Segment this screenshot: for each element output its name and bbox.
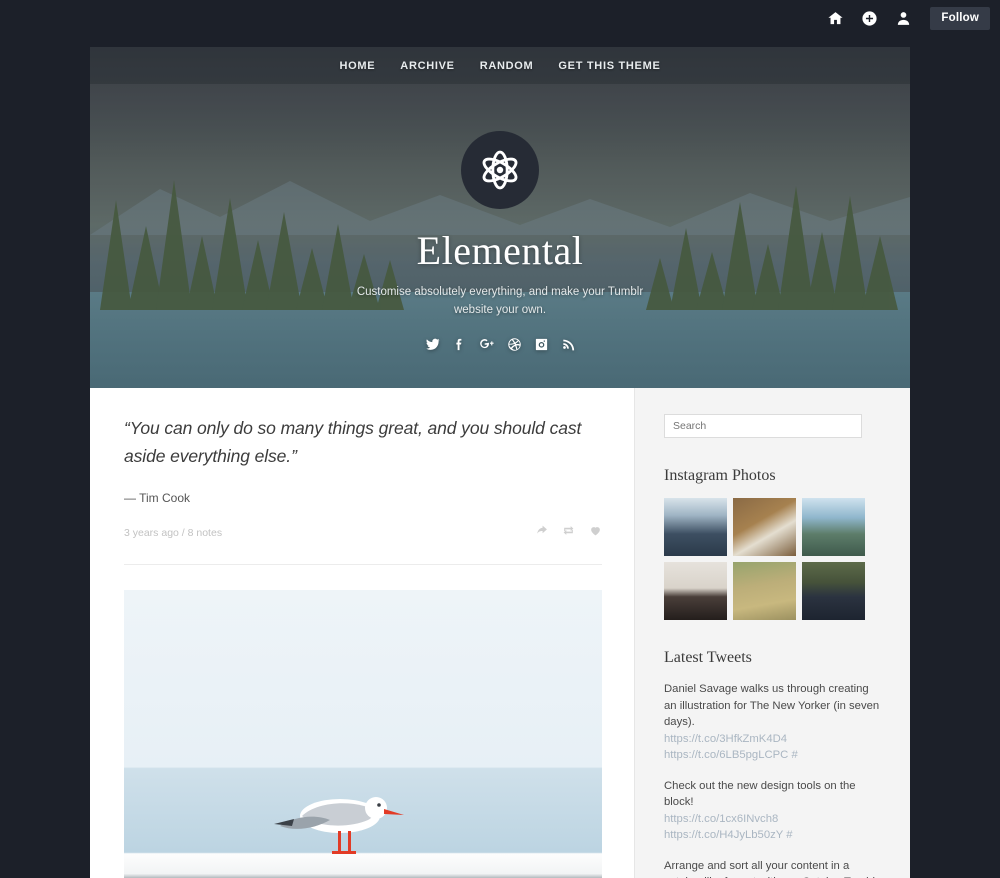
main-navigation: HOME ARCHIVE RANDOM GET THIS THEME: [90, 47, 910, 84]
theme-page: HOME ARCHIVE RANDOM GET THIS THEME Eleme…: [90, 47, 910, 878]
post-date: 3 years ago / 8 notes: [124, 527, 223, 539]
dribbble-icon[interactable]: [507, 337, 522, 352]
search-input[interactable]: [664, 414, 862, 438]
nav-item-random[interactable]: RANDOM: [480, 60, 534, 72]
site-logo[interactable]: [461, 131, 539, 209]
tweet-item: Arrange and sort all your content in a c…: [664, 858, 883, 878]
reblog-icon[interactable]: [562, 524, 575, 542]
nav-item-home[interactable]: HOME: [339, 60, 375, 72]
tweets-widget-title: Latest Tweets: [664, 649, 752, 666]
instagram-photo[interactable]: [802, 498, 865, 556]
main-content: “You can only do so many things great, a…: [90, 388, 634, 878]
rss-icon[interactable]: [561, 337, 575, 351]
tweet-item: Daniel Savage walks us through creating …: [664, 681, 883, 764]
site-title: Elemental: [416, 228, 584, 273]
tweet-item: Check out the new design tools on the bl…: [664, 778, 883, 844]
quote-post: “You can only do so many things great, a…: [124, 414, 602, 565]
tweet-text: Daniel Savage walks us through creating …: [664, 683, 880, 728]
post-photo-seagull[interactable]: [124, 590, 602, 878]
page-body: “You can only do so many things great, a…: [90, 388, 910, 878]
account-icon[interactable]: [888, 4, 918, 34]
like-icon[interactable]: [589, 524, 602, 542]
instagram-photo-grid: [664, 498, 883, 620]
photo-post: [124, 590, 602, 878]
google-plus-icon[interactable]: [479, 336, 495, 352]
atom-icon: [482, 150, 518, 190]
tumblr-topbar: Follow: [0, 0, 1000, 37]
compose-icon[interactable]: [854, 4, 884, 34]
quote-source: — Tim Cook: [124, 491, 191, 505]
sidebar: Instagram Photos Latest Tweets Daniel Sa…: [634, 388, 910, 878]
tweet-link[interactable]: https://t.co/H4JyLb50zY #: [664, 827, 883, 844]
tweet-text: Arrange and sort all your content in a c…: [664, 859, 879, 878]
instagram-photo[interactable]: [733, 562, 796, 620]
instagram-photo[interactable]: [664, 562, 727, 620]
social-links: [90, 336, 910, 352]
instagram-photo[interactable]: [733, 498, 796, 556]
seagull-illustration: [274, 797, 404, 854]
tweet-link[interactable]: https://t.co/6LB5pgLCPC #: [664, 747, 883, 764]
instagram-widget-title: Instagram Photos: [664, 467, 776, 484]
instagram-photo[interactable]: [802, 562, 865, 620]
tweet-link[interactable]: https://t.co/1cx6INvch8: [664, 811, 883, 828]
hero-content: Elemental Customise absolutely everythin…: [90, 47, 910, 352]
site-description: Customise absolutely everything, and mak…: [356, 286, 644, 316]
twitter-icon[interactable]: [425, 337, 440, 352]
tweet-link[interactable]: https://t.co/3HfkZmK4D4: [664, 731, 883, 748]
facebook-icon[interactable]: [452, 337, 467, 352]
instagram-icon[interactable]: [534, 337, 549, 352]
nav-item-get-this-theme[interactable]: GET THIS THEME: [558, 60, 660, 72]
instagram-photo[interactable]: [664, 498, 727, 556]
post-divider: [124, 564, 602, 565]
site-header: HOME ARCHIVE RANDOM GET THIS THEME Eleme…: [90, 47, 910, 388]
post-meta: 3 years ago / 8 notes: [124, 524, 602, 542]
home-icon[interactable]: [820, 4, 850, 34]
nav-item-archive[interactable]: ARCHIVE: [400, 60, 454, 72]
follow-button[interactable]: Follow: [930, 7, 990, 30]
tweet-text: Check out the new design tools on the bl…: [664, 779, 856, 809]
share-icon[interactable]: [535, 524, 548, 542]
quote-text: “You can only do so many things great, a…: [124, 418, 582, 466]
post-actions: [535, 524, 602, 542]
